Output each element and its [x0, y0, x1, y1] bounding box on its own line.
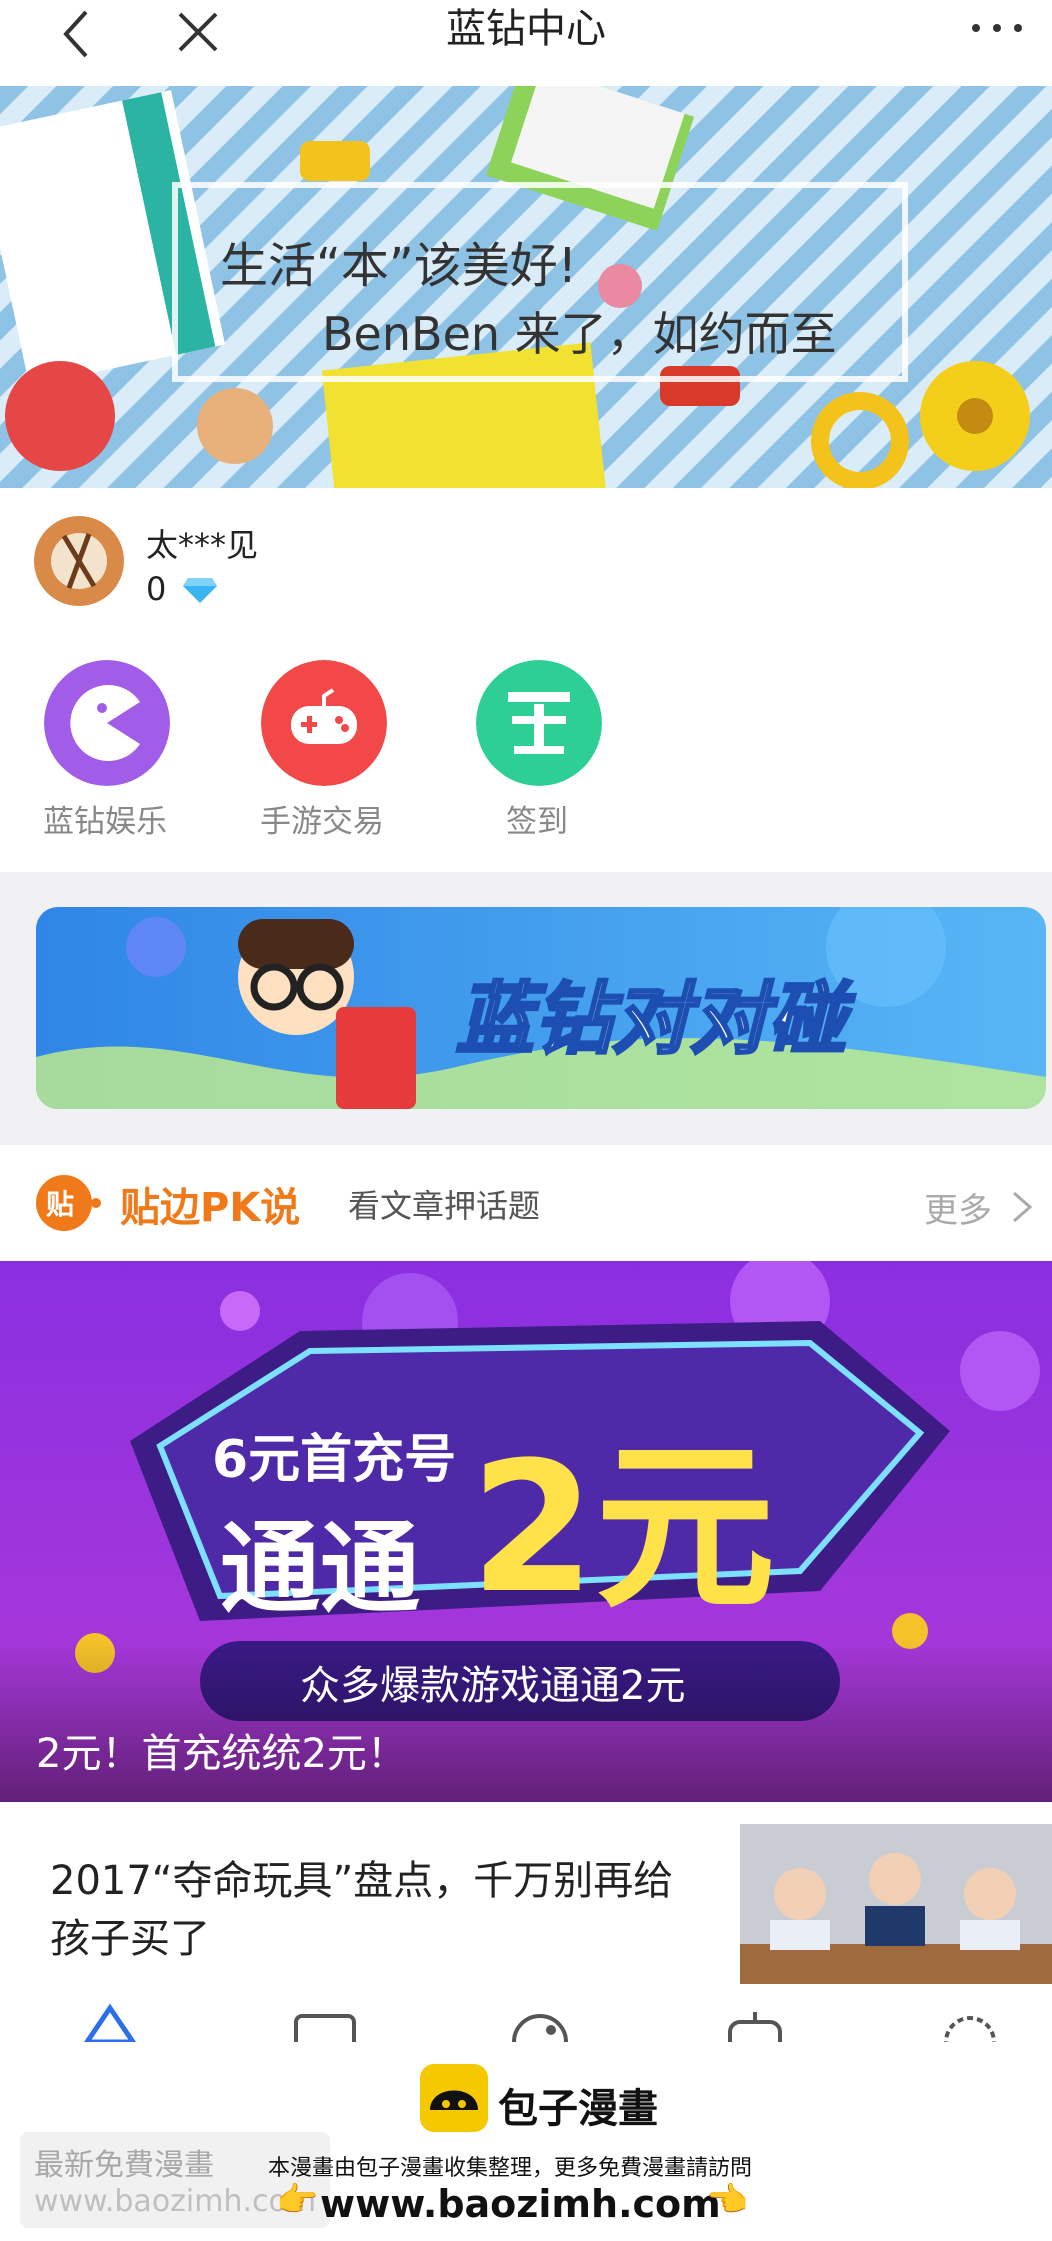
pointing-hand-icon: 👈	[706, 2180, 749, 2220]
pk-section-title: 贴边PK说	[120, 1185, 301, 1231]
footer-brand: 包子漫畫	[498, 2086, 658, 2132]
feature-caption: 2元！首充统统2元！	[36, 1731, 407, 1777]
feature-strip: 众多爆款游戏通通2元	[300, 1663, 686, 1709]
pk-section-header: 贴 贴边PK说 看文章押话题 更多	[0, 1145, 1052, 1261]
diamond-count: 0	[146, 570, 167, 608]
baozi-logo	[420, 2064, 488, 2132]
profile-tab-icon[interactable]	[935, 2002, 1005, 2042]
footer-watermark: 包子漫畫 最新免費漫畫 www.baozimh.com 本漫畫由包子漫畫收集整理…	[0, 2042, 1052, 2241]
article-thumbnail	[740, 1824, 1052, 1984]
user-panel: 太***见 0 蓝钻娱乐 手游交易 签到	[0, 488, 1052, 872]
signin-icon	[476, 660, 602, 786]
hero-subline: BenBen 来了，如约而至	[322, 307, 837, 361]
quick-action-label: 手游交易	[260, 804, 384, 840]
page-title: 蓝钻中心	[446, 6, 606, 52]
avatar[interactable]	[34, 516, 124, 606]
quick-action-label: 签到	[506, 804, 568, 840]
quick-action-signin[interactable]: 签到	[452, 660, 622, 850]
watermark-text: 最新免費漫畫	[34, 2148, 214, 2183]
home-tab-icon[interactable]	[75, 2002, 145, 2042]
discover-tab-icon[interactable]	[505, 2002, 575, 2042]
feature-line2: 通通	[220, 1510, 420, 1627]
promo-title: 蓝钻对对碰	[454, 974, 847, 1067]
baozi-face-icon	[430, 2090, 478, 2110]
quick-action-entertainment[interactable]: 蓝钻娱乐	[20, 660, 190, 850]
feature-big-price: 2元	[470, 1424, 776, 1633]
article-item[interactable]: 2017“夺命玩具”盘点，千万别再给孩子买了	[0, 1802, 1052, 2002]
quick-action-label: 蓝钻娱乐	[43, 804, 167, 840]
message-tab-icon[interactable]	[290, 2002, 360, 2042]
footer-url[interactable]: www.baozimh.com	[320, 2182, 721, 2226]
game-tab-icon[interactable]	[720, 2002, 790, 2042]
bottom-tab-bar	[0, 2002, 1052, 2042]
quick-action-trade[interactable]: 手游交易	[237, 660, 407, 850]
article-title: 2017“夺命玩具”盘点，千万别再给孩子买了	[50, 1858, 674, 1962]
pacman-icon	[44, 660, 170, 786]
hero-headline: 生活“本”该美好!	[220, 238, 577, 294]
more-link[interactable]: 更多	[924, 1183, 992, 1232]
feature-line1: 6元首充号	[212, 1430, 457, 1490]
pointing-hand-icon: 👉	[276, 2180, 319, 2220]
user-name: 太***见	[146, 526, 259, 564]
watermark-url: www.baozimh.com	[34, 2184, 317, 2219]
more-icon[interactable]	[962, 4, 1032, 54]
gamepad-icon	[261, 660, 387, 786]
feature-banner[interactable]: 6元首充号 通通 2元 众多爆款游戏通通2元 2元！首充统统2元！	[0, 1261, 1052, 1802]
tie-badge-label: 贴	[46, 1188, 75, 1221]
diamond-icon	[183, 578, 217, 603]
hero-banner[interactable]: 生活“本”该美好! BenBen 来了，如约而至	[0, 86, 1052, 488]
top-bar: 蓝钻中心	[0, 0, 1052, 86]
chevron-right-icon[interactable]	[1010, 1187, 1034, 1227]
promo-banner[interactable]: 蓝钻对对碰	[36, 907, 1046, 1109]
footer-note: 本漫畫由包子漫畫收集整理，更多免費漫畫請訪問	[268, 2156, 753, 2181]
pk-section-subtitle: 看文章押话题	[348, 1187, 541, 1225]
